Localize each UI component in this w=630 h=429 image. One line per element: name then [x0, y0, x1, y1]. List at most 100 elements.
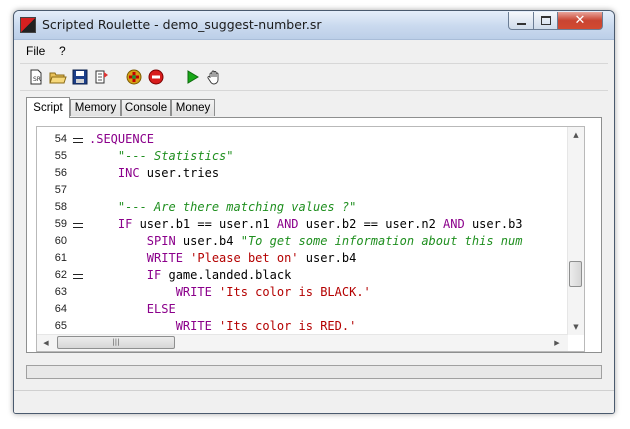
save-button[interactable] [70, 67, 90, 87]
scroll-down-arrow-icon[interactable]: ▼ [571, 322, 581, 332]
line-number: 57 [54, 184, 67, 196]
maximize-button[interactable] [533, 12, 558, 30]
export-icon [95, 70, 108, 84]
status-bar [14, 390, 614, 413]
code-line[interactable]: 59 IF user.b1 == user.n1 AND user.b2 == … [37, 216, 577, 233]
add-chips-button[interactable] [124, 67, 144, 87]
fold-marker-icon[interactable] [73, 223, 83, 228]
vertical-scrollbar[interactable]: ▲ ▼ [567, 127, 584, 335]
code-token: WRITE [89, 251, 191, 265]
horizontal-scrollbar[interactable]: ◀ ||| ▶ [37, 334, 568, 351]
code-line[interactable]: 62 IF game.landed.black [37, 267, 577, 284]
code-token: game.landed.black [168, 268, 292, 282]
code-token: user.b1 == user.n1 [139, 217, 277, 231]
scroll-right-arrow-icon[interactable]: ▶ [552, 338, 562, 348]
hand-icon [207, 70, 219, 85]
tab-console[interactable]: Console [121, 99, 171, 116]
line-number: 56 [54, 167, 67, 179]
code-token: AND [276, 217, 306, 231]
script-tab-panel: 54 .SEQUENCE 55 "--- Statistics" 56 INC use… [26, 117, 602, 353]
code-line[interactable]: 61 WRITE 'Please bet on' user.b4 [37, 250, 577, 267]
code-token: .SEQUENCE [89, 132, 155, 146]
tab-memory[interactable]: Memory [70, 99, 121, 116]
new-script-button[interactable]: SR [26, 67, 46, 87]
stop-button[interactable] [146, 67, 166, 87]
scroll-left-arrow-icon[interactable]: ◀ [41, 338, 51, 348]
line-number: 54 [54, 133, 67, 145]
play-icon [187, 70, 199, 84]
code-token: "--- Are there matching values ?" [89, 200, 357, 214]
code-line[interactable]: 64 ELSE [37, 301, 577, 318]
open-folder-icon [49, 72, 67, 84]
line-number: 60 [54, 235, 67, 247]
line-number: 58 [54, 201, 67, 213]
code-line[interactable]: 57 [37, 182, 577, 199]
code-token: user.b3 [471, 217, 523, 231]
code-line[interactable]: 55 "--- Statistics" [37, 148, 577, 165]
svg-text:SR: SR [33, 76, 41, 83]
export-button[interactable] [92, 67, 112, 87]
tab-money[interactable]: Money [171, 99, 215, 116]
code-token: 'Please bet on' [190, 251, 306, 265]
code-token: SPIN [89, 234, 183, 248]
code-token: WRITE [89, 285, 220, 299]
maximize-icon [540, 16, 551, 25]
line-number: 65 [54, 320, 67, 332]
close-icon: ✕ [574, 13, 586, 28]
line-number: 55 [54, 150, 67, 162]
code-token: WRITE [89, 319, 220, 333]
window-title: Scripted Roulette - demo_suggest-number.… [42, 17, 322, 32]
title-bar[interactable]: Scripted Roulette - demo_suggest-number.… [14, 11, 614, 40]
code-token: 'Its color is RED.' [219, 319, 357, 333]
code-token: IF [89, 217, 140, 231]
menu-file[interactable]: File [26, 44, 45, 58]
pause-hand-button[interactable] [204, 67, 224, 87]
code-text: SPIN user.b4 "To get some information ab… [89, 234, 523, 248]
fold-marker-icon[interactable] [73, 274, 83, 279]
code-text: WRITE 'Please bet on' user.b4 [89, 251, 357, 265]
tab-script[interactable]: Script [26, 97, 70, 118]
code-text: "--- Statistics" [89, 149, 234, 163]
save-disk-icon [72, 69, 88, 85]
code-line[interactable]: 54 .SEQUENCE [37, 131, 577, 148]
code-line[interactable]: 65 WRITE 'Its color is RED.' [37, 318, 577, 335]
code-text: IF game.landed.black [89, 268, 292, 282]
code-token: IF [89, 268, 169, 282]
run-button[interactable] [182, 67, 202, 87]
roulette-app-icon[interactable] [20, 17, 36, 33]
script-editor[interactable]: 54 .SEQUENCE 55 "--- Statistics" 56 INC use… [36, 126, 585, 352]
code-line[interactable]: 58 "--- Are there matching values ?" [37, 199, 577, 216]
code-token: user.b4 [305, 251, 357, 265]
menu-bar: File ? [14, 41, 614, 60]
app-window: Scripted Roulette - demo_suggest-number.… [13, 10, 615, 414]
code-token: AND [443, 217, 472, 231]
code-text: ELSE [89, 302, 176, 316]
scroll-up-arrow-icon[interactable]: ▲ [571, 130, 581, 140]
code-line[interactable]: 63 WRITE 'Its color is BLACK.' [37, 284, 577, 301]
minimize-icon [516, 22, 526, 25]
code-line[interactable]: 56 INC user.tries [37, 165, 577, 182]
code-token: user.b4 [182, 234, 241, 248]
code-text: WRITE 'Its color is RED.' [89, 319, 357, 333]
code-line[interactable]: 60 SPIN user.b4 "To get some information… [37, 233, 577, 250]
line-number: 64 [54, 303, 67, 315]
open-button[interactable] [48, 67, 68, 87]
code-token: user.tries [146, 166, 220, 180]
fold-marker-icon[interactable] [73, 138, 83, 143]
minimize-button[interactable] [508, 12, 534, 30]
add-chips-icon [126, 69, 142, 85]
code-token: user.b2 == user.n2 [305, 217, 444, 231]
horizontal-scroll-thumb[interactable]: ||| [57, 336, 175, 349]
stop-icon [148, 69, 164, 85]
line-number: 61 [54, 252, 67, 264]
output-field [26, 365, 602, 379]
line-number: 59 [54, 218, 67, 230]
toolbar: SR [20, 63, 608, 91]
code-token: 'Its color is BLACK.' [219, 285, 371, 299]
vertical-scroll-thumb[interactable] [569, 261, 582, 287]
code-token: INC [89, 166, 147, 180]
close-button[interactable]: ✕ [557, 12, 603, 30]
line-number: 63 [54, 286, 67, 298]
menu-help[interactable]: ? [59, 44, 66, 58]
code-text: .SEQUENCE [89, 132, 154, 146]
